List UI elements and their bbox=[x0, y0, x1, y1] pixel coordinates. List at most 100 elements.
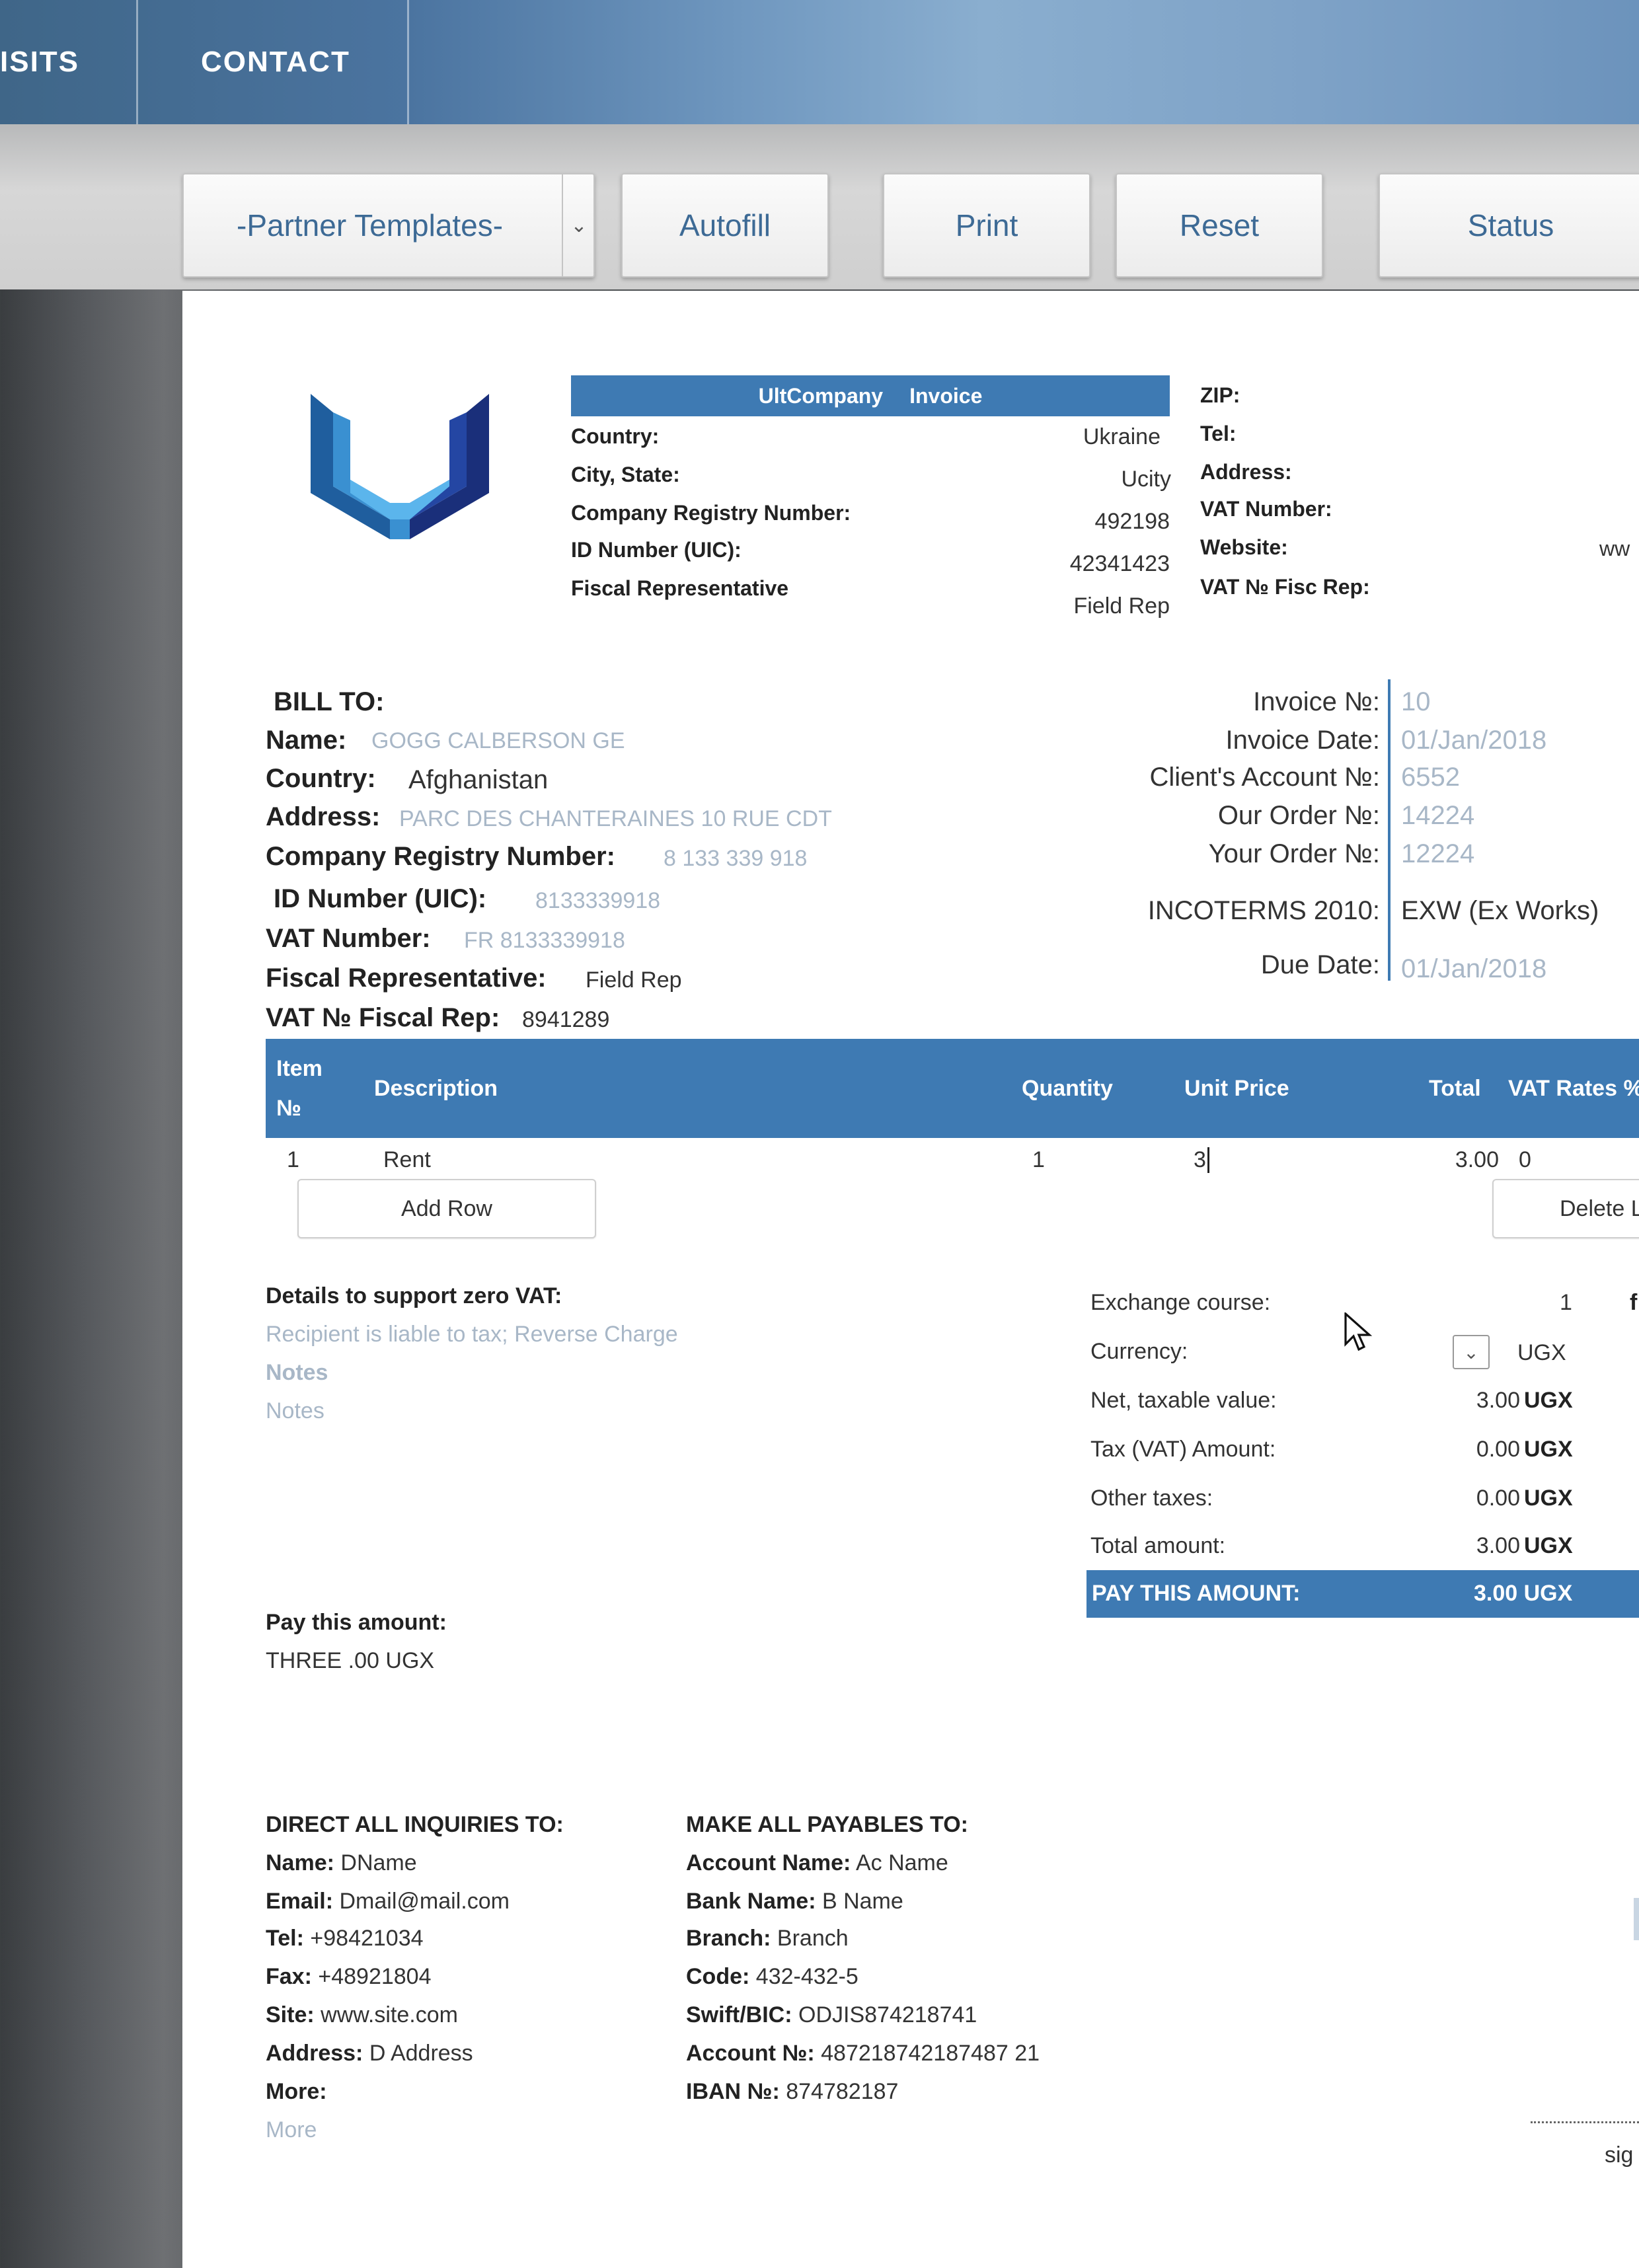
inquiries-title: DIRECT ALL INQUIRIES TO: bbox=[266, 1812, 564, 1837]
company-header-bar: UltCompany Invoice bbox=[571, 375, 1170, 416]
incoterms-select[interactable]: EXW (Ex Works) bbox=[1401, 896, 1599, 926]
col-item-header: Item bbox=[276, 1056, 323, 1081]
inq-email[interactable]: Dmail@mail.com bbox=[340, 1889, 510, 1914]
company-fiscal-label: Fiscal Representative bbox=[571, 576, 789, 600]
due-date-label: Due Date: bbox=[1260, 950, 1380, 979]
tax-label: Tax (VAT) Amount: bbox=[1090, 1437, 1276, 1462]
our-order[interactable]: 14224 bbox=[1401, 801, 1474, 831]
partner-templates-select[interactable]: -Partner Templates- bbox=[182, 173, 595, 278]
billto-name[interactable]: GOGG CALBERSON GE bbox=[371, 728, 625, 754]
row-quantity[interactable]: 1 bbox=[1032, 1147, 1045, 1173]
company-country[interactable]: Ukraine bbox=[1083, 424, 1161, 450]
billto-address[interactable]: PARC DES CHANTERAINES 10 RUE CDT bbox=[399, 806, 832, 832]
client-account[interactable]: 6552 bbox=[1401, 763, 1460, 792]
pay-account-name[interactable]: Ac Name bbox=[856, 1850, 948, 1875]
row-unit-price[interactable]: 3 bbox=[1194, 1147, 1209, 1173]
inq-address-label: Address: bbox=[266, 2041, 363, 2066]
your-order[interactable]: 12224 bbox=[1401, 839, 1474, 869]
col-description-header: Description bbox=[374, 1076, 498, 1101]
autofill-button[interactable]: Autofill bbox=[621, 173, 829, 278]
invoice-no[interactable]: 10 bbox=[1401, 687, 1431, 717]
notes-field[interactable]: Notes bbox=[266, 1398, 324, 1424]
billto-country[interactable]: Afghanistan bbox=[408, 765, 548, 795]
currency-value[interactable]: UGX bbox=[1517, 1340, 1566, 1366]
signature-mark bbox=[1634, 1898, 1639, 1940]
pay-words-label: Pay this amount: bbox=[266, 1610, 447, 1635]
company-id[interactable]: 42341423 bbox=[1070, 551, 1170, 577]
pay-swift[interactable]: ODJIS874218741 bbox=[798, 2002, 977, 2027]
company-vatfisc-label: VAT № Fisc Rep: bbox=[1200, 575, 1370, 599]
inq-site[interactable]: www.site.com bbox=[321, 2002, 458, 2027]
invoice-date[interactable]: 01/Jan/2018 bbox=[1401, 726, 1546, 755]
inq-tel[interactable]: +98421034 bbox=[310, 1926, 423, 1951]
currency-dropdown-icon[interactable]: ⌄ bbox=[1453, 1335, 1490, 1369]
exchange-extra: f bbox=[1630, 1290, 1638, 1315]
pay-branch-label: Branch: bbox=[686, 1926, 771, 1951]
company-city[interactable]: Ucity bbox=[1121, 467, 1171, 492]
company-tel-label: Tel: bbox=[1200, 422, 1237, 445]
company-id-label: ID Number (UIC): bbox=[571, 538, 742, 562]
due-date[interactable]: 01/Jan/2018 bbox=[1401, 954, 1546, 984]
inq-tel-label: Tel: bbox=[266, 1926, 304, 1951]
row-total: 3.00 bbox=[1455, 1147, 1499, 1172]
tax-value: 0.00 bbox=[1476, 1437, 1520, 1462]
top-nav: ISITS CONTACT bbox=[0, 0, 1639, 124]
billto-vatfisc[interactable]: 8941289 bbox=[522, 1007, 609, 1033]
pay-bank-label: Bank Name: bbox=[686, 1889, 816, 1914]
pay-code-label: Code: bbox=[686, 1964, 750, 1989]
total-amount-label: Total amount: bbox=[1090, 1533, 1226, 1558]
row-vat[interactable]: 0 bbox=[1519, 1147, 1531, 1173]
other-taxes-value[interactable]: 0.00 bbox=[1476, 1486, 1520, 1511]
other-taxes-label: Other taxes: bbox=[1090, 1486, 1213, 1511]
reset-button[interactable]: Reset bbox=[1116, 173, 1323, 278]
nav-item-contact[interactable]: CONTACT bbox=[201, 0, 350, 124]
inq-more[interactable]: More bbox=[266, 2117, 317, 2143]
pay-iban[interactable]: 874782187 bbox=[786, 2079, 898, 2104]
total-amount-value: 3.00 bbox=[1476, 1533, 1520, 1558]
nav-separator bbox=[136, 0, 138, 124]
billto-reg[interactable]: 8 133 339 918 bbox=[664, 846, 807, 872]
print-button[interactable]: Print bbox=[883, 173, 1090, 278]
nav-item-visits[interactable]: ISITS bbox=[0, 0, 79, 124]
zero-vat-title: Details to support zero VAT: bbox=[266, 1283, 562, 1308]
pay-this-amount-bar: PAY THIS AMOUNT: 3.00 UGX bbox=[1086, 1570, 1639, 1618]
exchange-label: Exchange course: bbox=[1090, 1290, 1271, 1315]
invoice-no-label: Invoice №: bbox=[1253, 687, 1380, 716]
chevron-down-icon[interactable]: ⌄ bbox=[562, 173, 595, 278]
pay-branch[interactable]: Branch bbox=[777, 1926, 849, 1951]
company-country-label: Country: bbox=[571, 424, 660, 448]
row-description[interactable]: Rent bbox=[383, 1147, 431, 1173]
billto-vatfisc-label: VAT № Fiscal Rep: bbox=[266, 1003, 500, 1032]
your-order-label: Your Order №: bbox=[1208, 839, 1380, 868]
pay-code[interactable]: 432-432-5 bbox=[756, 1964, 858, 1989]
company-name: UltCompany bbox=[758, 383, 884, 408]
inq-more-label: More: bbox=[266, 2079, 327, 2104]
mouse-cursor-icon bbox=[1344, 1312, 1373, 1351]
company-vat-label: VAT Number: bbox=[1200, 497, 1332, 521]
billto-vat[interactable]: FR 8133339918 bbox=[464, 928, 625, 954]
exchange-value[interactable]: 1 bbox=[1560, 1290, 1572, 1316]
delete-line-button[interactable]: Delete L bbox=[1492, 1179, 1639, 1238]
col-vat-header: VAT Rates % bbox=[1508, 1076, 1639, 1101]
billto-id[interactable]: 8133339918 bbox=[535, 888, 660, 914]
add-row-button[interactable]: Add Row bbox=[297, 1179, 596, 1238]
billto-fiscal[interactable]: Field Rep bbox=[586, 967, 682, 993]
company-address-label: Address: bbox=[1200, 460, 1292, 484]
billto-id-label: ID Number (UIC): bbox=[274, 884, 487, 913]
company-website[interactable]: ww bbox=[1599, 537, 1630, 561]
status-button[interactable]: Status bbox=[1379, 173, 1639, 278]
billto-fiscal-label: Fiscal Representative: bbox=[266, 964, 547, 993]
pay-bank[interactable]: B Name bbox=[822, 1889, 903, 1914]
company-fiscal[interactable]: Field Rep bbox=[1073, 593, 1170, 619]
pay-account-no[interactable]: 487218742187487 21 bbox=[821, 2041, 1040, 2066]
inq-address[interactable]: D Address bbox=[369, 2041, 473, 2066]
invoice-date-label: Invoice Date: bbox=[1225, 726, 1380, 755]
inq-fax-label: Fax: bbox=[266, 1964, 312, 1989]
inq-fax[interactable]: +48921804 bbox=[318, 1964, 431, 1989]
company-reg[interactable]: 492198 bbox=[1095, 509, 1170, 535]
partner-templates-label: -Partner Templates- bbox=[237, 208, 504, 243]
billto-reg-label: Company Registry Number: bbox=[266, 842, 615, 871]
nav-separator bbox=[407, 0, 409, 124]
zero-vat-text[interactable]: Recipient is liable to tax; Reverse Char… bbox=[266, 1322, 678, 1347]
inq-name[interactable]: DName bbox=[340, 1850, 416, 1875]
